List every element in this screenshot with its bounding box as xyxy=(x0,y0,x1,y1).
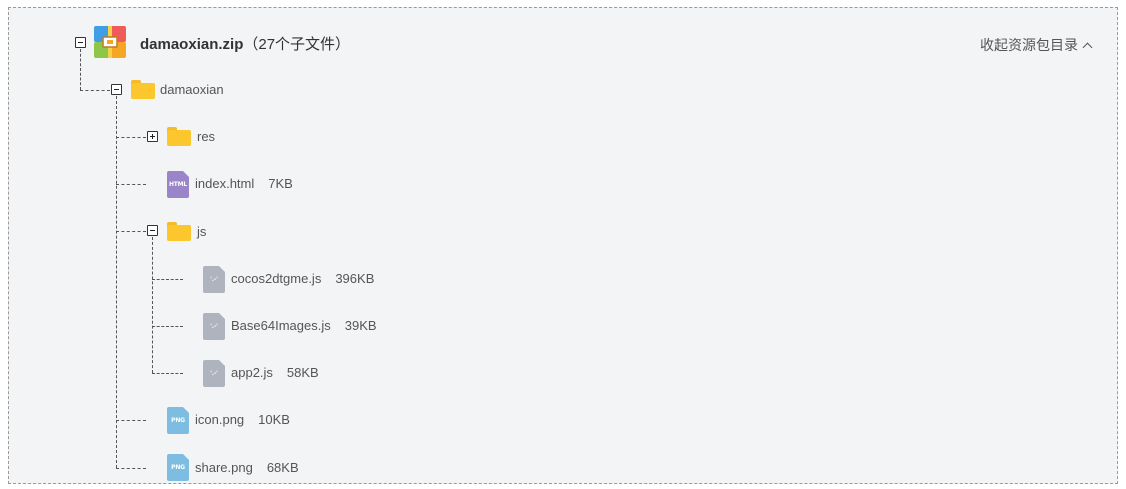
file-row-index-html[interactable]: index.html 7KB xyxy=(195,176,293,192)
file-size: 39KB xyxy=(344,318,377,333)
connector-line xyxy=(116,231,146,232)
archive-file-count: （27个子文件） xyxy=(243,36,351,53)
js-file-icon: '.-' xyxy=(203,266,225,293)
file-size: 396KB xyxy=(335,271,375,286)
folder-name-res[interactable]: res xyxy=(197,129,215,145)
zip-archive-icon xyxy=(94,26,126,58)
file-size: 10KB xyxy=(258,412,290,427)
folder-icon xyxy=(131,80,155,99)
png-file-icon: PNG xyxy=(167,454,189,481)
connector-line xyxy=(152,279,183,280)
folder-icon xyxy=(167,222,191,241)
file-name: share.png xyxy=(195,460,253,475)
collapse-toggle-js[interactable] xyxy=(147,225,158,236)
file-size: 58KB xyxy=(286,365,319,380)
js-file-icon: '.-' xyxy=(203,313,225,340)
collapse-directory-button[interactable]: 收起资源包目录 xyxy=(980,36,1093,54)
connector-line xyxy=(116,137,146,138)
connector-line xyxy=(116,96,117,468)
chevron-up-icon xyxy=(1082,42,1093,53)
archive-name: damaoxian.zip xyxy=(140,36,244,53)
file-name: app2.js xyxy=(231,365,273,380)
connector-line xyxy=(80,49,81,90)
file-name: Base64Images.js xyxy=(231,318,331,333)
file-size: 7KB xyxy=(268,176,293,191)
expand-toggle-res[interactable] xyxy=(147,131,158,142)
archive-title: damaoxian.zip（27个子文件） xyxy=(140,36,350,54)
html-file-icon: HTML xyxy=(167,171,189,198)
folder-name-js[interactable]: js xyxy=(197,224,206,240)
file-row-share-png[interactable]: share.png 68KB xyxy=(195,460,299,476)
connector-line xyxy=(116,184,146,185)
collapse-directory-label: 收起资源包目录 xyxy=(980,37,1078,53)
file-name: icon.png xyxy=(195,412,245,427)
file-row-app2-js[interactable]: app2.js 58KB xyxy=(231,365,319,381)
folder-icon xyxy=(167,127,191,146)
archive-tree-panel: damaoxian.zip（27个子文件） 收起资源包目录 damaoxian … xyxy=(8,7,1118,484)
collapse-toggle-damaoxian[interactable] xyxy=(111,84,122,95)
file-size: 68KB xyxy=(266,460,299,475)
folder-name-damaoxian[interactable]: damaoxian xyxy=(160,82,224,98)
collapse-toggle-archive[interactable] xyxy=(75,37,86,48)
connector-line xyxy=(116,420,146,421)
connector-line xyxy=(152,373,183,374)
file-name: cocos2dtgme.js xyxy=(231,271,322,286)
file-row-base64images-js[interactable]: Base64Images.js 39KB xyxy=(231,318,377,334)
file-row-icon-png[interactable]: icon.png 10KB xyxy=(195,412,290,428)
png-file-icon: PNG xyxy=(167,407,189,434)
connector-line xyxy=(152,326,183,327)
file-row-cocos2dtgme-js[interactable]: cocos2dtgme.js 396KB xyxy=(231,271,374,287)
connector-line xyxy=(152,237,153,373)
js-file-icon: '.-' xyxy=(203,360,225,387)
file-name: index.html xyxy=(195,176,255,191)
connector-line xyxy=(116,468,146,469)
connector-line xyxy=(80,90,110,91)
